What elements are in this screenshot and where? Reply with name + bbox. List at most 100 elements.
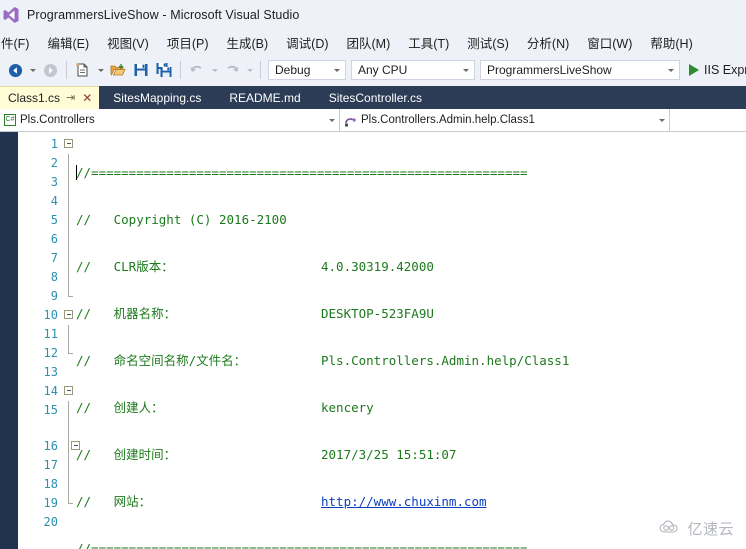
line-number: 10 <box>43 308 58 322</box>
line-number: 6 <box>50 232 58 246</box>
outlining-toggle-namespace[interactable] <box>62 382 76 401</box>
menu-item-window[interactable]: 窗口(W) <box>578 31 641 54</box>
code-line-7[interactable]: // 创建时间： 2017/3/25 15:51:07 <box>76 445 746 464</box>
menu-item-test[interactable]: 测试(S) <box>458 31 518 54</box>
solution-configuration-value: Debug <box>275 63 311 77</box>
menu-item-analyze[interactable]: 分析(N) <box>518 31 578 54</box>
editor-navigation-bar[interactable]: C# Pls.Controllers Pls.Controllers.Admin… <box>0 109 746 132</box>
redo-icon <box>221 59 243 81</box>
cloud-icon <box>659 519 683 539</box>
code-line-4[interactable]: // 机器名称： DESKTOP-523FA9U <box>76 304 746 323</box>
undo-icon <box>186 59 208 81</box>
outlining-toggle-usings[interactable] <box>62 306 76 325</box>
outlining-margin[interactable] <box>62 132 80 549</box>
tab-label: README.md <box>229 90 301 105</box>
member-select[interactable]: Pls.Controllers.Admin.help.Class1 <box>340 109 670 131</box>
menu-item-file[interactable]: 件(F) <box>0 31 38 54</box>
menu-bar[interactable]: 件(F) 编辑(E) 视图(V) 项目(P) 生成(B) 调试(D) 团队(M)… <box>0 30 746 54</box>
toolbar-separator <box>66 61 67 79</box>
line-number: 11 <box>43 327 58 341</box>
tab-label: SitesController.cs <box>328 90 423 105</box>
code-line-3[interactable]: // CLR版本： 4.0.30319.42000 <box>76 257 746 276</box>
site-watermark: 亿速云 <box>659 518 734 539</box>
title-bar: ProgrammersLiveShow - Microsoft Visual S… <box>0 0 746 30</box>
window-title: ProgrammersLiveShow - Microsoft Visual S… <box>27 8 300 22</box>
method-icon <box>344 114 357 127</box>
startup-project-select[interactable]: ProgrammersLiveShow <box>480 60 680 80</box>
editor-left-rail <box>0 132 18 549</box>
visual-studio-window: ProgrammersLiveShow - Microsoft Visual S… <box>0 0 746 549</box>
menu-item-build[interactable]: 生成(B) <box>217 31 277 54</box>
menu-item-team[interactable]: 团队(M) <box>338 31 400 54</box>
code-text-area[interactable]: //======================================… <box>76 132 746 549</box>
code-line-8[interactable]: // 网站： http://www.chuxinm.com <box>76 492 746 511</box>
chevron-down-icon[interactable] <box>329 61 345 79</box>
menu-item-tools[interactable]: 工具(T) <box>399 31 458 54</box>
tab-sitescontroller-cs[interactable]: SitesController.cs <box>315 86 436 109</box>
line-number: 3 <box>50 175 58 189</box>
start-debugging-button[interactable]: IIS Express <box>689 63 746 77</box>
startup-project-value: ProgrammersLiveShow <box>487 63 612 77</box>
line-number: 20 <box>43 515 58 529</box>
selection-margin <box>18 132 32 549</box>
menu-item-help[interactable]: 帮助(H) <box>641 31 701 54</box>
toolbar-separator-3 <box>260 61 261 79</box>
toolbar-separator-2 <box>180 61 181 79</box>
open-file-icon[interactable] <box>107 59 129 81</box>
new-project-chevron-down-icon[interactable] <box>95 59 106 81</box>
line-number: 1 <box>50 137 58 151</box>
collapse-icon[interactable] <box>64 386 73 395</box>
tab-sitesmapping-cs[interactable]: SitesMapping.cs <box>99 86 215 109</box>
standard-toolbar[interactable]: Debug Any CPU ProgrammersLiveShow IIS Ex… <box>0 54 746 86</box>
collapse-icon[interactable] <box>64 310 73 319</box>
code-editor[interactable]: 1 2 3 4 5 6 7 8 9 10 11 12 13 14 15 16 1… <box>18 132 746 549</box>
solution-configuration-select[interactable]: Debug <box>268 60 346 80</box>
menu-item-project[interactable]: 项目(P) <box>158 31 218 54</box>
new-project-icon[interactable] <box>72 59 94 81</box>
code-line-9[interactable]: //======================================… <box>76 539 746 549</box>
member-select-value: Pls.Controllers.Admin.help.Class1 <box>361 114 535 126</box>
menu-item-view[interactable]: 视图(V) <box>98 31 158 54</box>
menu-item-debug[interactable]: 调试(D) <box>277 31 337 54</box>
type-select[interactable]: C# Pls.Controllers <box>0 109 340 131</box>
chevron-down-icon[interactable] <box>663 61 679 79</box>
navbar-filler <box>670 109 746 131</box>
chevron-down-icon[interactable] <box>325 118 339 122</box>
code-line-5[interactable]: // 命名空间名称/文件名： Pls.Controllers.Admin.help… <box>76 351 746 370</box>
text-caret <box>76 165 77 180</box>
code-line-2[interactable]: // Copyright (C) 2016-2100 <box>76 210 746 229</box>
close-icon[interactable]: ✕ <box>81 92 93 104</box>
line-number: 13 <box>43 365 58 379</box>
line-number: 18 <box>43 477 58 491</box>
type-select-value: Pls.Controllers <box>20 114 95 126</box>
collapse-icon[interactable] <box>64 139 73 148</box>
watermark-text: 亿速云 <box>687 521 734 538</box>
line-number: 15 <box>43 403 58 417</box>
chevron-down-icon[interactable] <box>655 118 669 122</box>
navigate-back-chevron-down-icon[interactable] <box>27 59 38 81</box>
navigate-forward-icon <box>39 59 61 81</box>
save-all-icon[interactable] <box>153 59 175 81</box>
chevron-down-icon[interactable] <box>458 61 474 79</box>
undo-chevron-down-icon <box>209 59 220 81</box>
code-line-1[interactable]: //======================================… <box>76 163 746 182</box>
tab-readme-md[interactable]: README.md <box>215 86 314 109</box>
menu-item-edit[interactable]: 编辑(E) <box>38 31 98 54</box>
document-tab-strip[interactable]: Class1.cs ⇥ ✕ SitesMapping.cs README.md … <box>0 86 746 109</box>
tab-label: SitesMapping.cs <box>113 90 202 105</box>
line-number: 2 <box>50 156 58 170</box>
solution-platform-select[interactable]: Any CPU <box>351 60 475 80</box>
outlining-toggle-header[interactable] <box>62 135 76 154</box>
save-icon[interactable] <box>130 59 152 81</box>
tab-label: Class1.cs <box>8 91 61 105</box>
tab-class1-cs[interactable]: Class1.cs ⇥ ✕ <box>0 86 100 109</box>
editor-area: 1 2 3 4 5 6 7 8 9 10 11 12 13 14 15 16 1… <box>0 132 746 549</box>
line-number: 16 <box>43 439 58 453</box>
line-number: 9 <box>50 289 58 303</box>
pin-icon[interactable]: ⇥ <box>65 92 76 104</box>
code-line-6[interactable]: // 创建人： kencery <box>76 398 746 417</box>
line-number: 14 <box>43 384 58 398</box>
outlining-toggle-class[interactable] <box>62 437 80 456</box>
navigate-back-icon[interactable] <box>4 59 26 81</box>
website-link[interactable]: http://www.chuxinm.com <box>321 494 487 509</box>
